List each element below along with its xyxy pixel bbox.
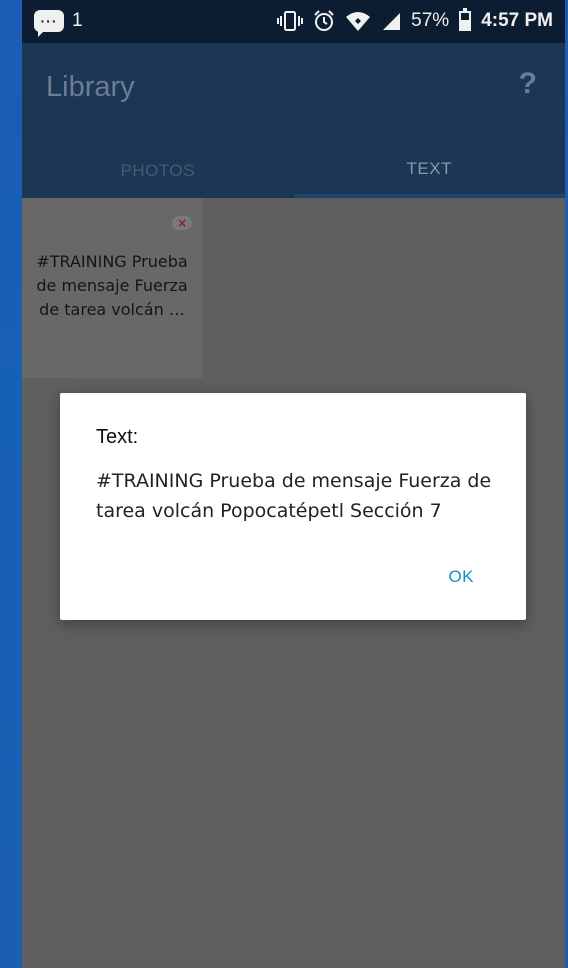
tab-bar: PHOTOS TEXT — [22, 143, 565, 198]
battery-percentage: 57% — [411, 10, 450, 31]
page-title: Library — [46, 71, 135, 103]
chat-icon: ··· — [34, 10, 64, 37]
app-bar: Library ? PHOTOS TEXT — [22, 43, 565, 198]
tab-photos[interactable]: PHOTOS — [22, 143, 294, 198]
status-right: 57% 4:57 PM — [277, 8, 553, 32]
alarm-icon — [313, 10, 335, 32]
notification-count: 1 — [72, 10, 83, 31]
ok-button[interactable]: OK — [448, 567, 474, 587]
dialog-message: #TRAINING Prueba de mensaje Fuerza de ta… — [96, 470, 492, 522]
library-item-text: #TRAINING Prueba de mensaje Fuerza de ta… — [36, 252, 188, 319]
wifi-icon — [345, 10, 371, 32]
library-text-item[interactable]: × #TRAINING Prueba de mensaje Fuerza de … — [22, 198, 202, 378]
help-icon[interactable]: ? — [519, 67, 537, 101]
dialog-title: Text: — [96, 426, 139, 448]
status-bar: ··· 1 57% 4:57 PM — [22, 0, 565, 43]
phone-screen: ··· 1 57% 4:57 PM Library ? PHOTOS TEXT … — [22, 0, 565, 968]
text-dialog: Text: #TRAINING Prueba de mensaje Fuerza… — [60, 393, 526, 620]
delete-icon[interactable]: × — [172, 216, 192, 230]
tab-text[interactable]: TEXT — [293, 143, 565, 198]
battery-icon — [459, 8, 472, 31]
signal-icon — [381, 11, 401, 31]
vibrate-icon — [277, 11, 304, 31]
battery-level — [461, 19, 470, 29]
clock: 4:57 PM — [481, 10, 553, 31]
status-left: ··· 1 — [34, 10, 83, 37]
